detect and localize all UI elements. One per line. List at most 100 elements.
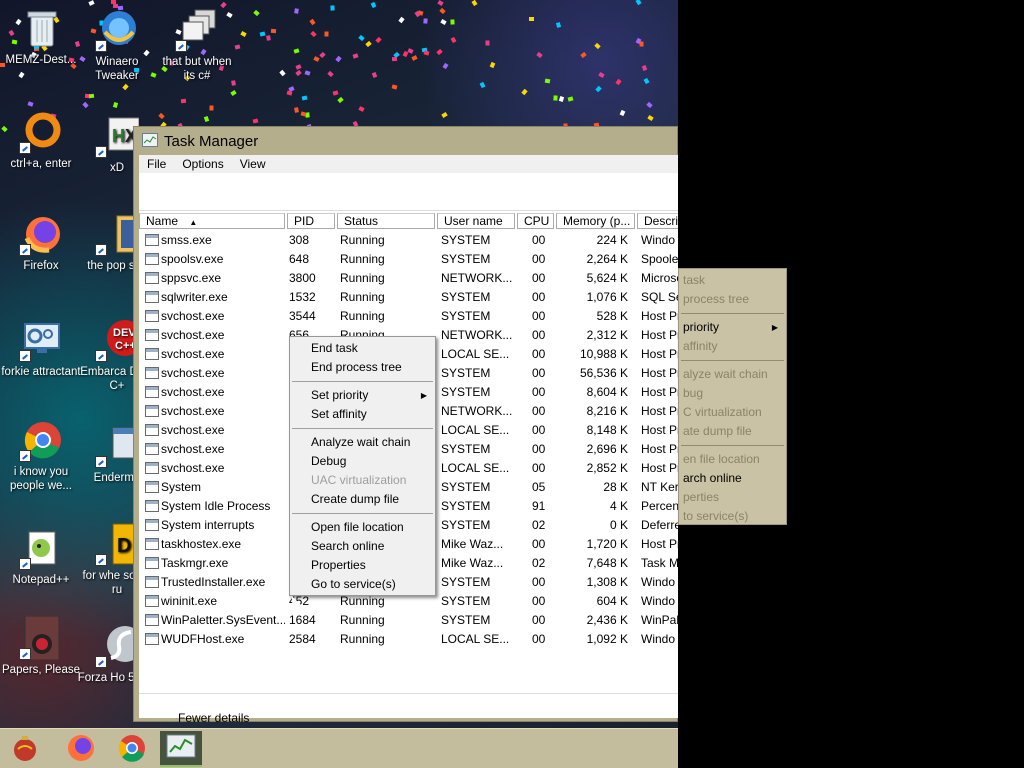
table-row[interactable]: svchost.exe 3544 Running SYSTEM 00 528 K Host …	[139, 307, 678, 326]
menu-item-debug[interactable]: Debug	[290, 452, 435, 471]
process-memory: 528 K	[596, 309, 628, 323]
menu-item-set-priority[interactable]: Set priority ▶	[290, 386, 435, 405]
table-row[interactable]: sqlwriter.exe 1532 Running SYSTEM 00 1,076 K S…	[139, 288, 678, 307]
task-manager-app-icon	[142, 132, 158, 150]
process-description: Host Pr	[641, 423, 678, 437]
process-name: svchost.exe	[161, 404, 225, 418]
desktop-icon-notepadpp[interactable]: Notepad++	[0, 526, 82, 587]
process-cpu: 02	[532, 518, 546, 532]
table-row[interactable]: smss.exe 308 Running SYSTEM 00 224 K Windo	[139, 231, 678, 250]
table-row[interactable]: WinPaletter.SysEvent... 1684 Running SYSTEM…	[139, 611, 678, 630]
column-header-cpu[interactable]: CPU	[517, 213, 554, 229]
process-icon	[145, 386, 159, 398]
confetti-piece	[544, 78, 551, 84]
taskbar-task-manager-button[interactable]	[160, 731, 202, 767]
process-pid: 1684	[289, 613, 316, 627]
process-username: SYSTEM	[441, 366, 491, 380]
process-memory: 1,308 K	[586, 575, 628, 589]
menu-item-analyze-wait-chain[interactable]: Analyze wait chain	[290, 433, 435, 452]
firefox-icon	[66, 733, 96, 766]
shortcut-arrow-icon	[95, 656, 107, 668]
process-username: SYSTEM	[441, 480, 491, 494]
confetti-piece	[230, 89, 237, 97]
column-header-description[interactable]: Descrip	[637, 213, 678, 229]
confetti-piece	[332, 90, 339, 96]
process-username: LOCAL SE...	[441, 461, 510, 475]
menu-item-label: Create dump file	[311, 492, 400, 506]
taskbar-firefox-button[interactable]	[60, 731, 102, 767]
process-cpu: 00	[532, 252, 546, 266]
menu-item-end-task[interactable]: End task	[290, 339, 435, 358]
column-header-memory[interactable]: Memory (p...	[556, 213, 635, 229]
process-description: Host Pr	[641, 328, 678, 342]
menu-item-create-dump-file[interactable]: Create dump file	[290, 490, 435, 509]
process-username: SYSTEM	[441, 290, 491, 304]
fewer-details-link[interactable]: Fewer details	[178, 711, 249, 725]
menu-item-go-to-service-s[interactable]: Go to service(s)	[290, 575, 435, 594]
column-header-name[interactable]: Name ▲	[139, 213, 285, 229]
confetti-piece	[370, 1, 377, 9]
menu-item-properties[interactable]: Properties	[290, 556, 435, 575]
process-memory: 2,852 K	[586, 461, 628, 475]
menu-item-label: Properties	[311, 558, 366, 572]
process-memory: 224 K	[596, 233, 628, 247]
process-pid: 2584	[289, 632, 316, 646]
shortcut-arrow-icon	[19, 142, 31, 154]
submenu-arrow-icon: ▶	[420, 391, 427, 400]
taskbar-chrome-button[interactable]	[111, 731, 153, 767]
menu-view[interactable]: View	[232, 157, 274, 171]
process-name: wininit.exe	[161, 594, 218, 608]
process-cpu: 00	[532, 233, 546, 247]
desktop-icon-winaero[interactable]: Winaero Tweaker	[76, 8, 158, 83]
process-username: NETWORK...	[441, 271, 513, 285]
menu-item-set-affinity[interactable]: Set affinity	[290, 405, 435, 424]
process-memory: 1,092 K	[586, 632, 628, 646]
shortcut-arrow-icon	[19, 244, 31, 256]
confetti-piece	[521, 88, 528, 96]
desktop-icon-ctrl-a-enter[interactable]: ctrl+a, enter	[0, 110, 82, 171]
menu-item-label: Debug	[311, 454, 347, 468]
process-username: SYSTEM	[441, 499, 491, 513]
process-pid: 3800	[289, 271, 316, 285]
desktop-icon-papers-please[interactable]: Papers, Please	[0, 615, 82, 677]
desktop-icon-chrome-shortcut[interactable]: i know you people we...	[0, 418, 82, 493]
process-name: svchost.exe	[161, 442, 225, 456]
menu-item-label: ate dump file	[683, 424, 752, 438]
menu-item-label: Set priority	[311, 388, 369, 402]
submenu-arrow-icon: ▶	[771, 323, 778, 332]
taskbar-ornament-button[interactable]	[4, 731, 46, 767]
column-header-username[interactable]: User name	[437, 213, 515, 229]
menu-item-search-online[interactable]: Search online	[290, 537, 435, 556]
confetti-piece	[240, 31, 247, 37]
process-icon	[145, 253, 159, 265]
menu-options[interactable]: Options	[174, 157, 231, 171]
confetti-piece	[529, 17, 534, 21]
process-username: Mike Waz...	[441, 537, 504, 551]
process-icon	[145, 424, 159, 436]
table-row[interactable]: spoolsv.exe 648 Running SYSTEM 00 2,264 K Spoo…	[139, 250, 678, 269]
process-name: System interrupts	[161, 518, 255, 532]
menu-item-open-file-location[interactable]: Open file location	[290, 518, 435, 537]
menu-file[interactable]: File	[139, 157, 174, 171]
ghost-menu-item-alyze-wait-chain: alyze wait chain	[679, 365, 786, 384]
table-row[interactable]: WUDFHost.exe 2584 Running LOCAL SE... 00 1,09…	[139, 630, 678, 649]
orange-ring-icon	[19, 110, 63, 154]
menu-item-label: affinity	[683, 339, 718, 353]
menu-item-end-process-tree[interactable]: End process tree	[290, 358, 435, 377]
desktop-icon-firefox[interactable]: Firefox	[0, 212, 82, 273]
column-header-pid[interactable]: PID	[287, 213, 335, 229]
confetti-piece	[253, 9, 260, 17]
ornament-icon	[10, 733, 40, 766]
confetti-piece	[441, 111, 448, 119]
column-header-status[interactable]: Status	[337, 213, 435, 229]
desktop-icon-label: ctrl+a, enter	[10, 158, 72, 170]
desktop-icon-forkie[interactable]: forkie attractant	[0, 318, 82, 379]
sort-ascending-icon: ▲	[189, 218, 198, 227]
process-icon	[145, 443, 159, 455]
desktop-icon-that-but-when[interactable]: that but when its c#	[156, 8, 238, 83]
table-row[interactable]: sppsvc.exe 3800 Running NETWORK... 00 5,624 K…	[139, 269, 678, 288]
confetti-piece	[352, 53, 359, 59]
desktop-icon-recycle-bin[interactable]: MEMZ-Dest...	[0, 6, 82, 67]
window-titlebar[interactable]: Task Manager	[134, 127, 677, 155]
desktop-wallpaper: MEMZ-Dest... Winaero Tweaker that but wh…	[0, 0, 678, 768]
